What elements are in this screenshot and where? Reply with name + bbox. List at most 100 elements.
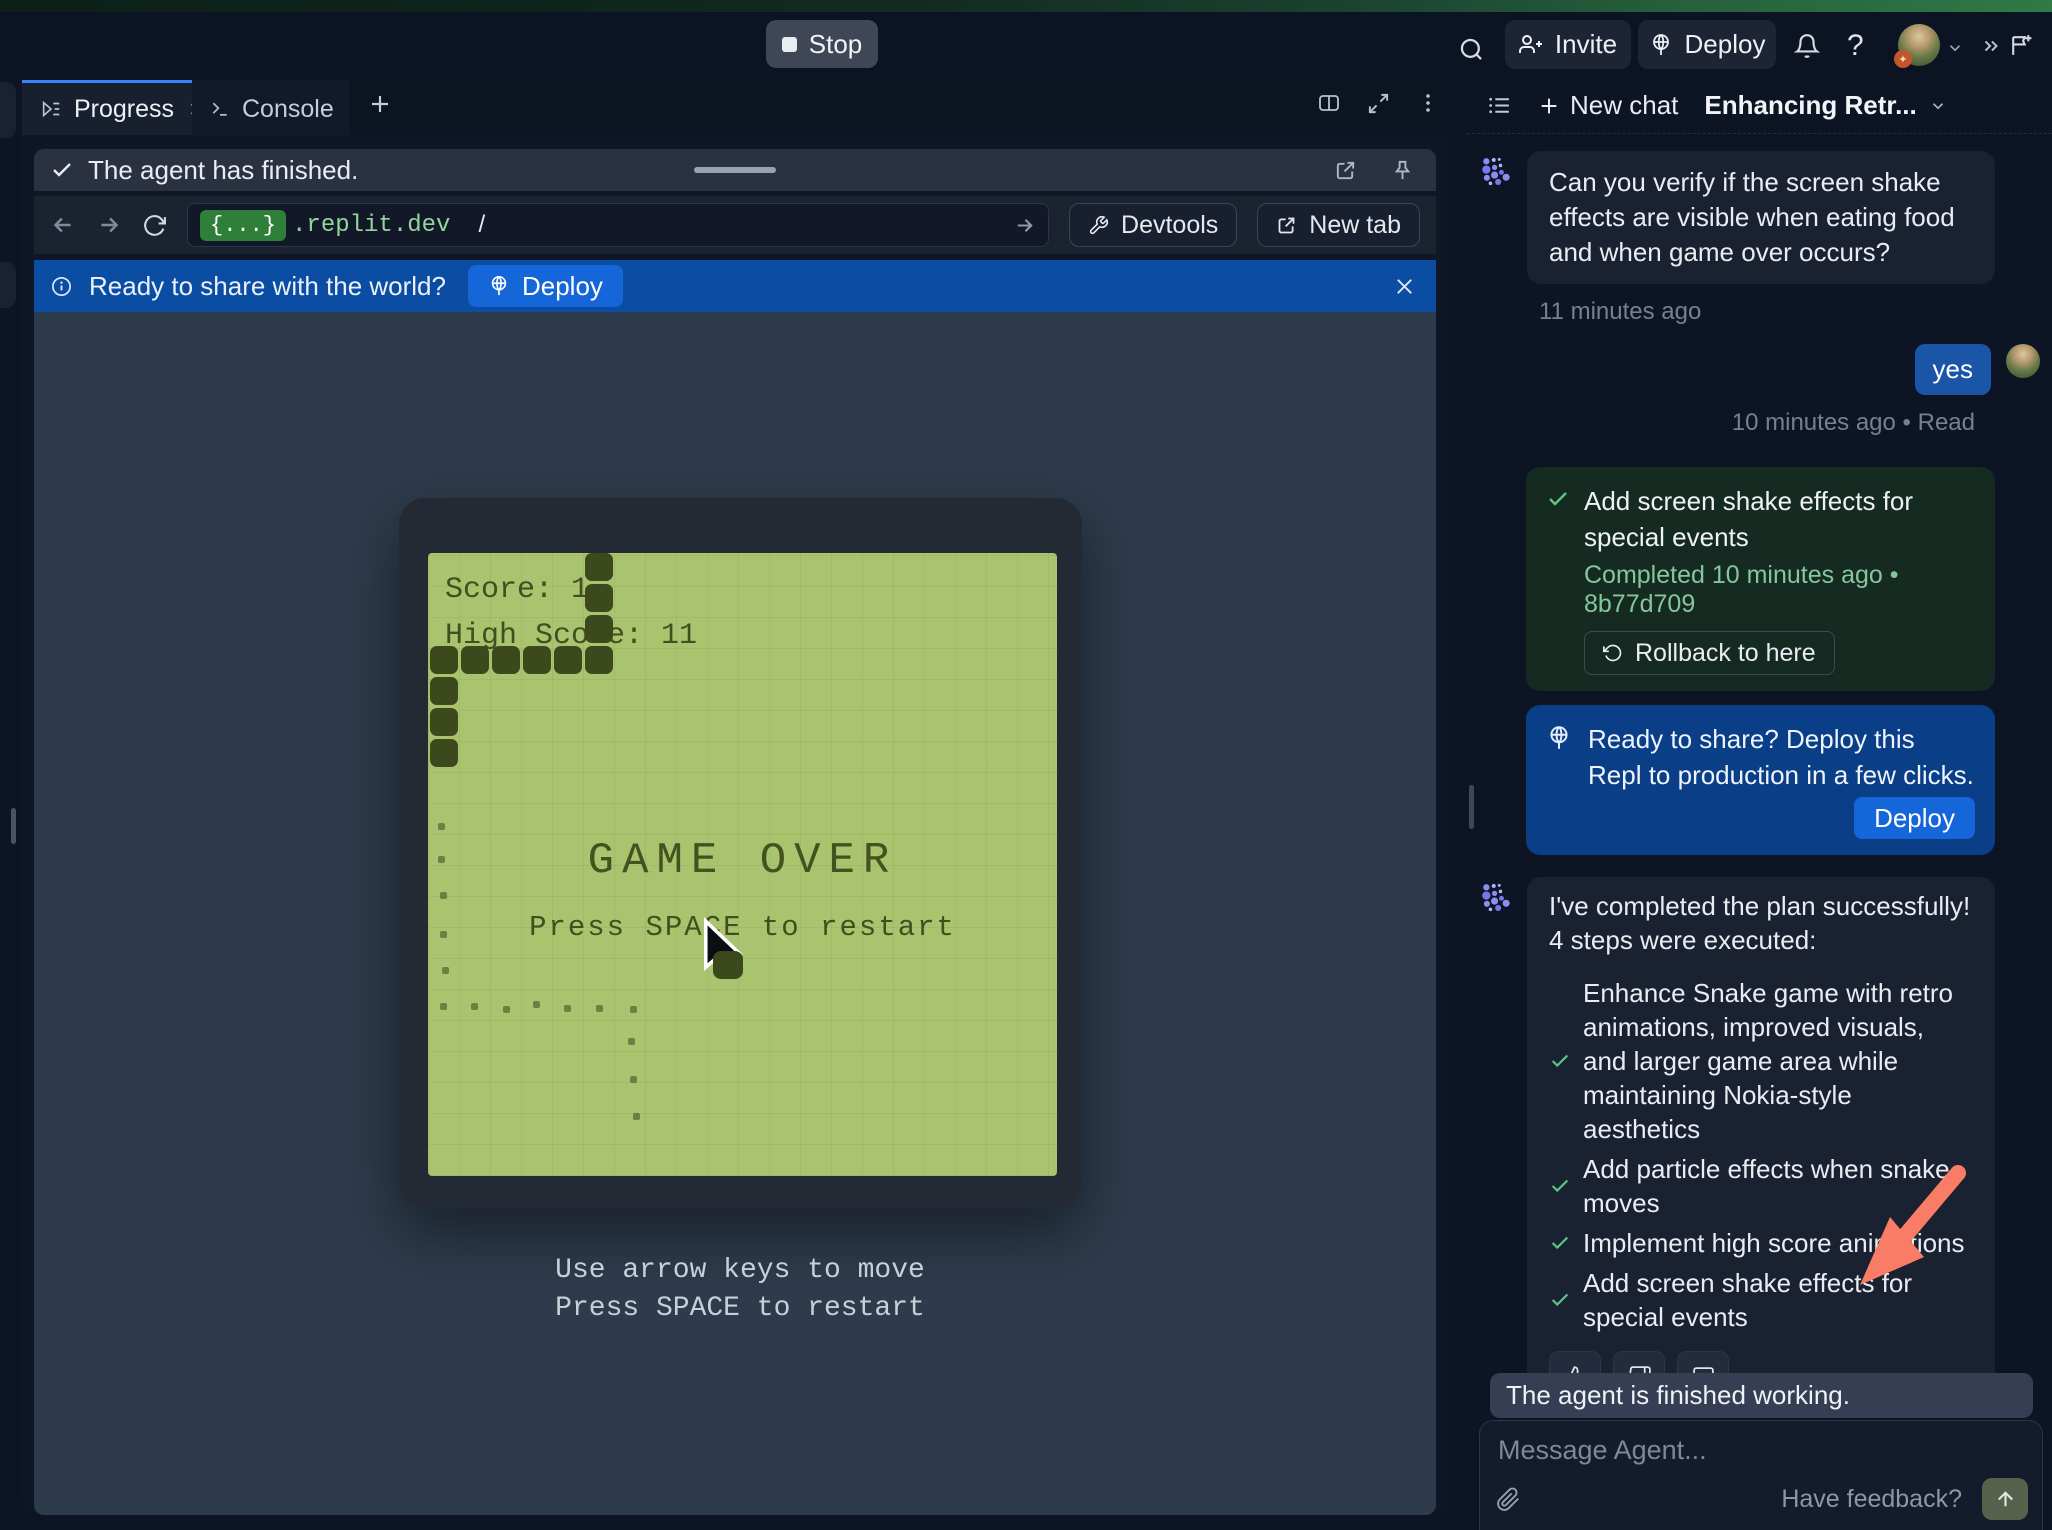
browser-toolbar: {...} .replit.dev / Devtools New tab xyxy=(34,196,1436,254)
particle xyxy=(442,967,449,974)
progress-icon xyxy=(40,98,62,120)
banner-close-icon[interactable] xyxy=(1393,275,1416,298)
deploy-banner: Ready to share with the world? Deploy xyxy=(34,260,1436,312)
info-icon xyxy=(50,275,73,298)
snake-segment xyxy=(585,646,613,674)
attachment-paperclip-icon[interactable] xyxy=(1496,1487,1521,1512)
tab-progress-label: Progress xyxy=(74,95,174,124)
sidebar-resize-handle[interactable] xyxy=(11,808,16,844)
particle xyxy=(440,931,447,938)
devtools-button[interactable]: Devtools xyxy=(1069,203,1237,247)
check-icon xyxy=(1549,1232,1571,1254)
tab-console[interactable]: Console xyxy=(192,80,350,135)
feedback-flag-icon[interactable] xyxy=(2008,33,2033,58)
plan-item: Add particle effects when snake moves xyxy=(1549,1149,1973,1223)
food-block xyxy=(713,951,743,979)
collapsed-sidebar-tab-2[interactable] xyxy=(0,262,16,308)
rollback-icon xyxy=(1603,643,1623,663)
particle xyxy=(438,823,445,830)
pin-icon[interactable] xyxy=(1391,159,1414,182)
user-message-row: yes xyxy=(1467,344,2052,395)
topbar: Stop Invite Deploy ? ✦ xyxy=(0,12,2052,78)
stop-button[interactable]: Stop xyxy=(766,20,878,68)
feedback-link[interactable]: Have feedback? xyxy=(1781,1485,1962,1514)
reload-icon[interactable] xyxy=(142,213,167,238)
drag-handle[interactable] xyxy=(694,167,776,173)
banner-deploy-label: Deploy xyxy=(522,271,603,302)
tabbar: Progress Console xyxy=(22,78,1448,135)
deploy-card-button-label: Deploy xyxy=(1874,803,1955,834)
back-icon[interactable] xyxy=(50,212,76,238)
tab-progress[interactable]: Progress xyxy=(22,80,192,135)
account-chevron-down-icon[interactable] xyxy=(1946,39,1964,57)
account-status-badge: ✦ xyxy=(1894,50,1912,68)
plan-intro: I've completed the plan successfully! 4 … xyxy=(1549,889,1973,957)
collapse-chevrons-icon[interactable] xyxy=(1980,35,2002,57)
check-icon xyxy=(1546,487,1570,511)
deploy-label: Deploy xyxy=(1685,29,1766,60)
snake-segment xyxy=(430,646,458,674)
particle xyxy=(628,1038,635,1045)
plan-item-text: Add particle effects when snake moves xyxy=(1583,1152,1973,1220)
rollback-button[interactable]: Rollback to here xyxy=(1584,631,1835,675)
checkpoint-card: Add screen shake effects for special eve… xyxy=(1526,467,1995,691)
message-input[interactable] xyxy=(1498,1435,2024,1466)
agent-chat-panel: New chat Enhancing Retr... Can you verif… xyxy=(1467,78,2052,1530)
snake-game-screen[interactable]: Score: 1 High Score: 11 GAME OVER Press … xyxy=(428,553,1057,1176)
pane-menu-kebab-icon[interactable] xyxy=(1416,91,1440,115)
plan-item-text: Enhance Snake game with retro animations… xyxy=(1583,976,1973,1146)
url-domain-chip[interactable]: {...} xyxy=(200,210,286,241)
forward-icon[interactable] xyxy=(96,212,122,238)
deploy-suggestion-card: Ready to share? Deploy this Repl to prod… xyxy=(1526,705,1995,855)
new-tab-button[interactable]: New tab xyxy=(1257,203,1420,247)
invite-button[interactable]: Invite xyxy=(1505,20,1631,69)
send-button[interactable] xyxy=(1982,1478,2028,1520)
account-avatar[interactable]: ✦ xyxy=(1898,24,1940,66)
chat-title-dropdown[interactable]: Enhancing Retr... xyxy=(1704,90,1946,121)
deploy-card-button[interactable]: Deploy xyxy=(1854,797,1975,839)
new-tab-label: New tab xyxy=(1309,211,1401,240)
agent-finished-text: The agent is finished working. xyxy=(1506,1380,1850,1411)
rollback-label: Rollback to here xyxy=(1635,639,1816,668)
plan-item-text: Add screen shake effects for special eve… xyxy=(1583,1266,1973,1334)
tabbar-actions xyxy=(1317,91,1440,115)
deploy-icon xyxy=(488,275,510,297)
help-icon[interactable]: ? xyxy=(1847,29,1864,63)
external-link-icon xyxy=(1276,215,1297,236)
snake-segment xyxy=(523,646,551,674)
new-chat-button[interactable]: New chat xyxy=(1538,90,1678,121)
expand-pane-icon[interactable] xyxy=(1367,92,1390,115)
banner-deploy-button[interactable]: Deploy xyxy=(468,265,623,307)
deploy-button[interactable]: Deploy xyxy=(1638,20,1776,69)
collapsed-sidebar-tab[interactable] xyxy=(0,82,16,138)
invite-label: Invite xyxy=(1555,29,1617,60)
url-input[interactable]: {...} .replit.dev / xyxy=(187,203,1049,247)
search-icon[interactable] xyxy=(1458,36,1485,63)
particle xyxy=(596,1005,603,1012)
snake-segment xyxy=(461,646,489,674)
checkpoint-title: Add screen shake effects for special eve… xyxy=(1584,483,1975,555)
url-path: / xyxy=(478,211,485,239)
split-pane-icon[interactable] xyxy=(1317,91,1341,115)
new-tab-plus-icon[interactable] xyxy=(368,92,392,116)
plus-icon xyxy=(1538,95,1560,117)
wrench-icon xyxy=(1088,215,1109,236)
particle xyxy=(564,1005,571,1012)
agent-message-bubble: Can you verify if the screen shake effec… xyxy=(1527,151,1995,284)
notifications-bell-icon[interactable] xyxy=(1794,33,1820,59)
open-in-pane-icon[interactable] xyxy=(1334,159,1357,182)
check-icon xyxy=(50,158,74,182)
plan-checklist: Enhance Snake game with retro animations… xyxy=(1549,973,1973,1337)
snake-segment xyxy=(430,739,458,767)
preview-panel: Progress Console The agent has finished. xyxy=(22,78,1448,1512)
go-arrow-icon[interactable] xyxy=(1013,214,1036,237)
chat-history-list-icon[interactable] xyxy=(1487,93,1512,118)
deploy-icon xyxy=(1546,725,1572,751)
check-icon xyxy=(1549,1050,1571,1072)
particle xyxy=(630,1076,637,1083)
web-preview: Score: 1 High Score: 11 GAME OVER Press … xyxy=(34,312,1436,1515)
plan-item: Implement high score animations xyxy=(1549,1223,1973,1263)
tab-console-label: Console xyxy=(242,95,334,124)
snake-segment xyxy=(585,584,613,612)
message-timestamp: 11 minutes ago xyxy=(1539,298,2052,326)
